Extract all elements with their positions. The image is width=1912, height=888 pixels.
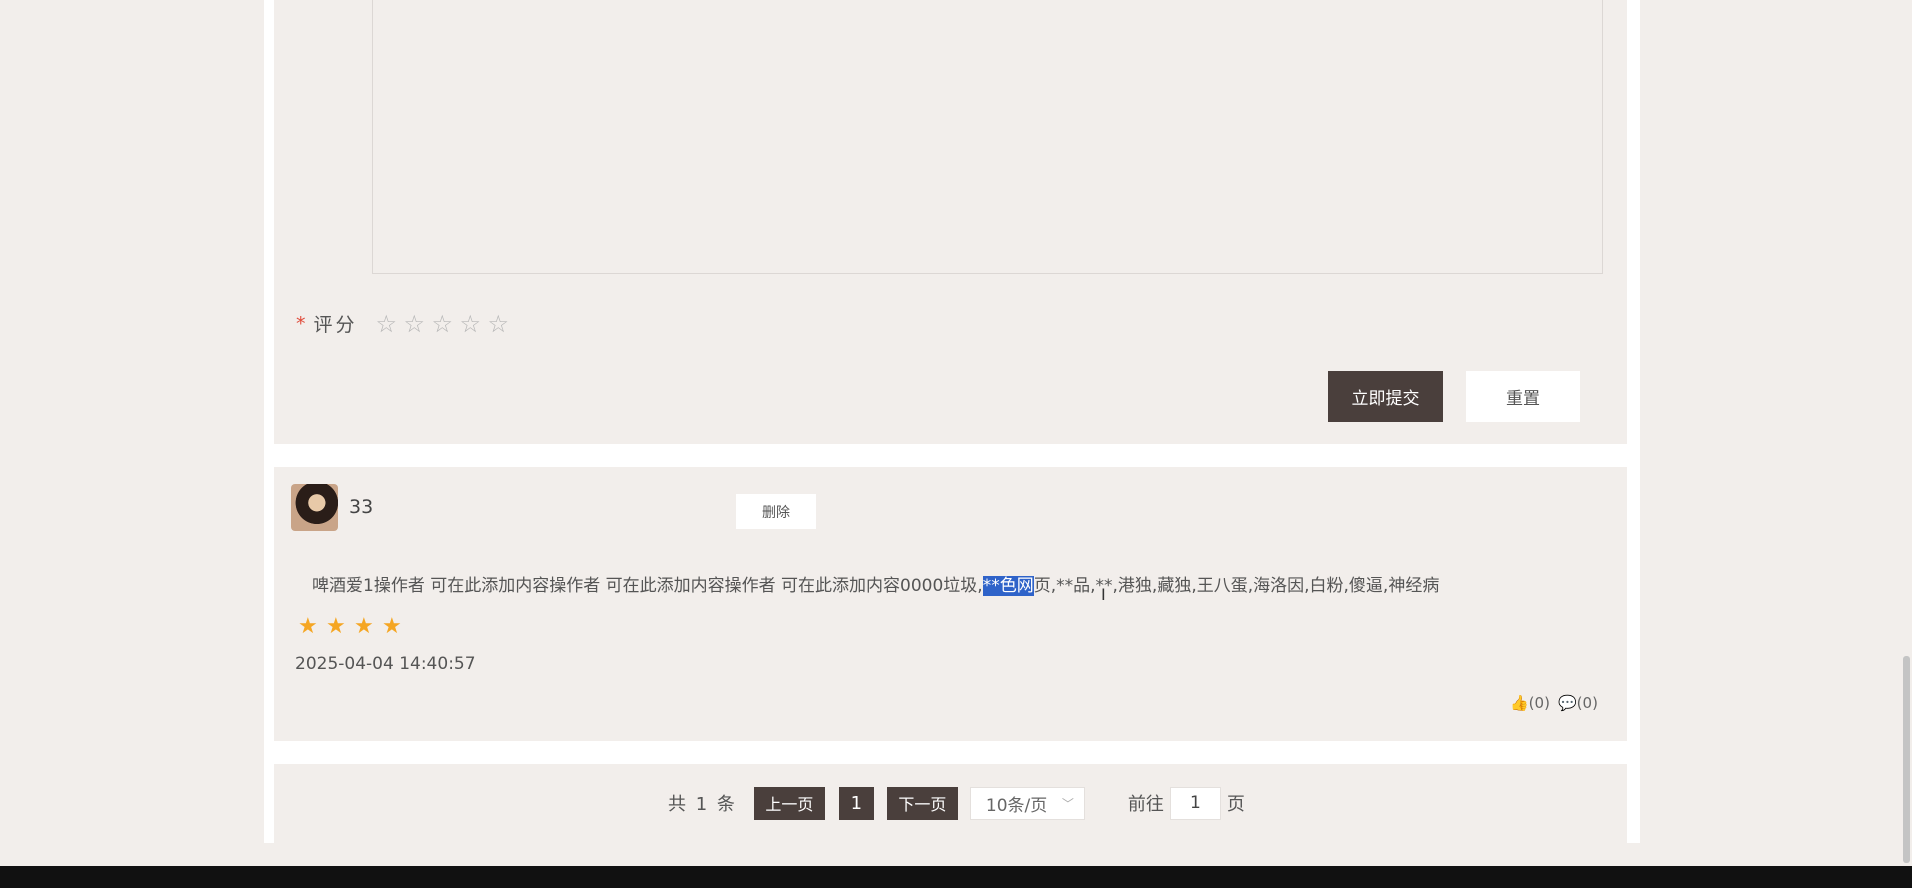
rating-row: * 评分 ☆ ☆ ☆ ☆ ☆ [296, 310, 516, 337]
comment-timestamp: 2025-04-04 14:40:57 [295, 654, 476, 674]
comment-star-1-icon: ★ [298, 614, 318, 639]
rating-star-4-icon[interactable]: ☆ [460, 312, 488, 336]
text-cursor-icon: I [1101, 585, 1106, 604]
goto-page-input[interactable] [1169, 786, 1221, 820]
delete-button[interactable]: 删除 [736, 494, 816, 529]
goto-label: 前往 [1127, 794, 1164, 815]
rating-star-3-icon[interactable]: ☆ [432, 312, 460, 336]
page-background-left [0, 0, 264, 843]
comment-item [274, 467, 1627, 741]
page-size-select[interactable]: 10条/页 ﹀ [969, 786, 1085, 820]
comment-text-selected: **色网 [982, 576, 1034, 596]
scrollbar-thumb[interactable] [1903, 656, 1910, 863]
comment-star-4-icon: ★ [382, 614, 402, 639]
rating-label: 评分 [313, 314, 358, 336]
reset-button[interactable]: 重置 [1466, 371, 1580, 422]
comment-text-after: 页,**品,**,港独,藏独,王八蛋,海洛因,白粉,傻逼,神经病 [1033, 576, 1440, 596]
prev-page-button[interactable]: 上一页 [753, 786, 825, 820]
page-size-value: 10条/页 [985, 795, 1048, 816]
rating-star-5-icon[interactable]: ☆ [488, 312, 516, 336]
comment-star-2-icon: ★ [326, 614, 346, 639]
pagination: 共 1 条 上一页 1 下一页 10条/页 ﹀ 前往 页 [668, 786, 1245, 820]
taskbar [0, 866, 1912, 888]
required-mark: * [296, 312, 306, 335]
goto-suffix: 页 [1226, 794, 1245, 815]
next-page-button[interactable]: 下一页 [886, 786, 958, 820]
rating-stars: ☆ ☆ ☆ ☆ ☆ [376, 312, 516, 336]
comment-rating-stars: ★ ★ ★ ★ ★ [298, 616, 438, 638]
review-textarea[interactable] [372, 0, 1603, 274]
comment-text-before: 啤酒爱1操作者 可在此添加内容操作者 可在此添加内容操作者 可在此添加内容000… [312, 576, 983, 596]
chevron-down-icon: ﹀ [1061, 796, 1074, 811]
pagination-total: 共 1 条 [668, 794, 737, 815]
rating-star-1-icon[interactable]: ☆ [376, 312, 404, 336]
comment-username: 33 [349, 496, 374, 518]
like-button[interactable]: 👍(0) [1510, 694, 1550, 712]
comment-text: 啤酒爱1操作者 可在此添加内容操作者 可在此添加内容操作者 可在此添加内容000… [312, 571, 1439, 596]
rating-star-2-icon[interactable]: ☆ [404, 312, 432, 336]
comment-star-3-icon: ★ [354, 614, 374, 639]
submit-button[interactable]: 立即提交 [1328, 371, 1443, 422]
reply-button[interactable]: 💬(0) [1558, 694, 1598, 712]
avatar [291, 484, 338, 531]
page-1-button[interactable]: 1 [838, 786, 874, 820]
